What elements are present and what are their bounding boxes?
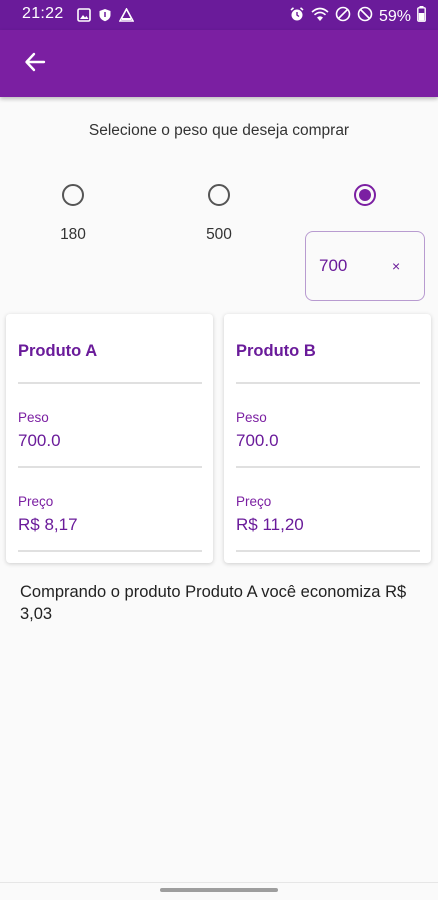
product-card-a: Produto A Peso 700.0 Preço R$ 8,17 — [6, 314, 213, 563]
divider — [236, 466, 420, 468]
divider — [18, 466, 202, 468]
divider — [18, 550, 202, 552]
image-icon — [77, 8, 91, 27]
peso-value: 700.0 — [18, 431, 61, 450]
radio-custom[interactable] — [354, 184, 376, 206]
divider — [236, 550, 420, 552]
warning-icon — [118, 7, 135, 27]
dnd-icon — [335, 6, 351, 27]
battery-percent: 59% — [378, 7, 411, 25]
divider — [18, 382, 202, 384]
preco-label: Preço — [236, 494, 272, 509]
product-name: Produto B — [236, 342, 316, 360]
custom-weight-value[interactable]: 700 — [319, 256, 347, 276]
radio-180[interactable] — [62, 184, 84, 206]
peso-label: Peso — [18, 410, 49, 425]
clear-icon[interactable]: × — [392, 258, 400, 274]
radio-180-label: 180 — [60, 226, 86, 243]
preco-value: R$ 8,17 — [18, 515, 78, 534]
back-button[interactable] — [16, 45, 54, 83]
app-bar — [0, 30, 438, 97]
product-name: Produto A — [18, 342, 98, 360]
arrow-left-icon — [24, 51, 46, 78]
preco-value: R$ 11,20 — [236, 515, 304, 534]
gesture-bar[interactable] — [160, 888, 278, 892]
radio-500-label: 500 — [206, 226, 232, 243]
weight-prompt: Selecione o peso que deseja comprar — [88, 122, 350, 139]
shield-icon — [98, 8, 112, 27]
savings-result: Comprando o produto Produto A você econo… — [20, 583, 407, 623]
divider — [236, 382, 420, 384]
status-bar: 21:22 59% — [0, 0, 438, 30]
wifi-icon — [311, 7, 329, 27]
custom-weight-field[interactable]: 700 × — [305, 231, 425, 301]
preco-label: Preço — [18, 494, 54, 509]
peso-value: 700.0 — [236, 431, 279, 450]
peso-label: Peso — [236, 410, 267, 425]
radio-500[interactable] — [208, 184, 230, 206]
data-saver-icon — [357, 6, 373, 27]
nav-divider — [0, 882, 438, 883]
alarm-icon — [289, 6, 305, 27]
battery-icon — [417, 6, 426, 27]
product-card-b: Produto B Peso 700.0 Preço R$ 11,20 — [224, 314, 431, 563]
status-time: 21:22 — [22, 5, 64, 22]
